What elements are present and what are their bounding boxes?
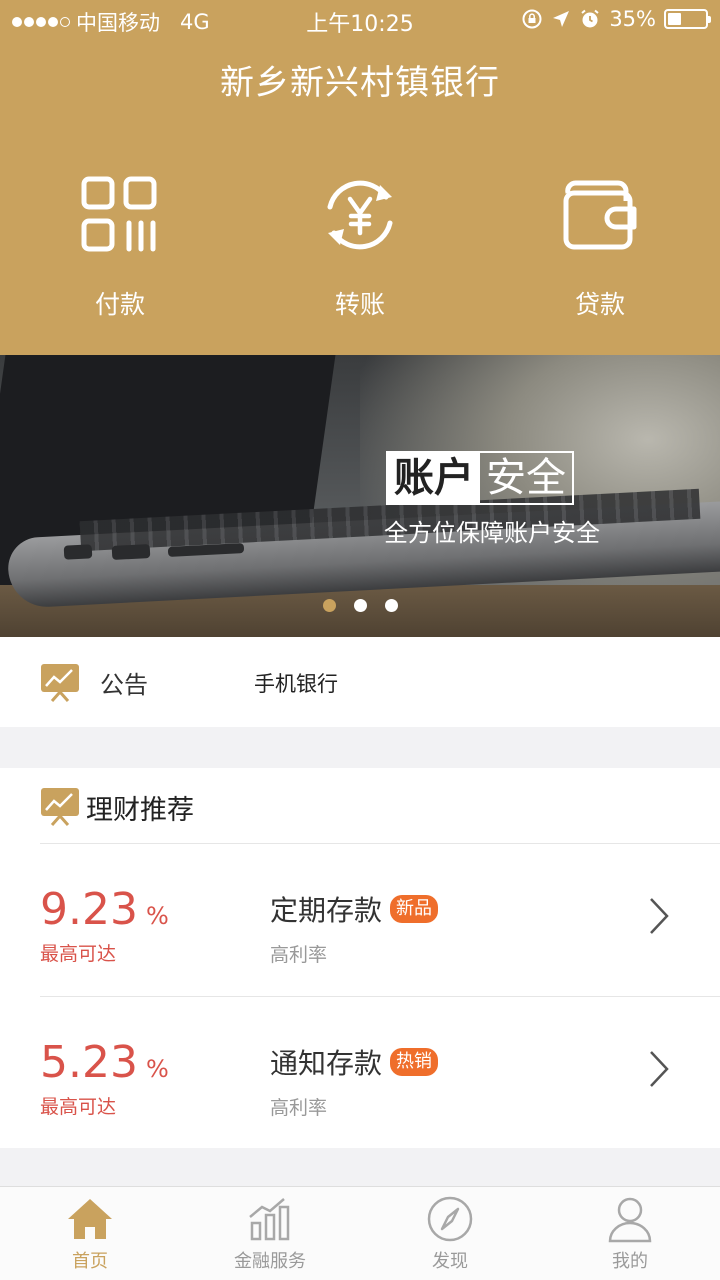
product-subtitle: 高利率 <box>270 1097 328 1119</box>
home-screen: 中国移动 4G 上午10:25 35% 新乡新兴村镇银行 付款 转账 贷款 账户… <box>0 0 720 1280</box>
laptop-port-image <box>111 544 151 560</box>
home-icon <box>68 1199 112 1239</box>
rate-label: 最高可达 <box>40 1096 117 1118</box>
wealth-recommend-section: 理财推荐 9.23% 最高可达 定期存款 新品 高利率 5.23% 最高可达 通… <box>0 768 720 1148</box>
promo-banner[interactable]: 账户 安全 全方位保障账户安全 <box>0 355 720 637</box>
yuan-transfer-icon <box>327 180 393 250</box>
product-name-text: 定期存款 <box>270 894 383 927</box>
user-icon <box>608 1197 652 1243</box>
banner-headline-highlight: 账户 <box>388 453 480 503</box>
pay-label: 付款 <box>94 290 145 319</box>
tab-label: 首页 <box>72 1251 108 1272</box>
loan-button[interactable]: 贷款 <box>520 175 680 325</box>
qr-code-icon <box>81 176 157 252</box>
battery-percent: 35% <box>609 7 656 31</box>
notice-label: 公告 <box>100 671 148 699</box>
notice-text[interactable]: 手机银行 <box>254 668 338 698</box>
wealth-title: 理财推荐 <box>86 795 194 826</box>
new-badge: 新品 <box>390 895 439 923</box>
tab-home[interactable]: 首页 <box>0 1193 180 1280</box>
tab-financial-services[interactable]: 金融服务 <box>180 1193 360 1280</box>
banner-headline: 账户 安全 <box>386 451 574 505</box>
product-rate: 9.23% <box>40 884 169 935</box>
product-row-notice-deposit[interactable]: 5.23% 最高可达 通知存款 热销 高利率 <box>0 997 720 1149</box>
status-right: 35% <box>521 7 711 31</box>
product-rate: 5.23% <box>40 1037 169 1088</box>
tab-label: 发现 <box>432 1251 468 1272</box>
bottom-tab-bar: 首页 金融服务 发现 我的 <box>0 1186 720 1280</box>
laptop-port-image <box>63 544 93 560</box>
wallet-icon <box>563 180 637 250</box>
loan-label: 贷款 <box>574 290 625 319</box>
chart-board-icon <box>41 788 79 826</box>
transfer-label: 转账 <box>334 290 385 319</box>
product-name: 定期存款 新品 <box>270 889 439 929</box>
product-row-fixed-deposit[interactable]: 9.23% 最高可达 定期存款 新品 高利率 <box>0 844 720 996</box>
carousel-dot[interactable] <box>322 599 336 612</box>
product-subtitle: 高利率 <box>270 944 328 966</box>
carousel-dot[interactable] <box>353 599 367 612</box>
banner-headline-rest: 安全 <box>486 455 566 501</box>
hot-badge: 热销 <box>390 1048 439 1076</box>
product-name-text: 通知存款 <box>270 1047 383 1080</box>
product-name: 通知存款 热销 <box>270 1042 439 1082</box>
rate-label: 最高可达 <box>40 943 117 965</box>
chevron-right-icon <box>650 898 669 934</box>
tab-label: 金融服务 <box>234 1251 306 1272</box>
chart-bars-icon <box>249 1198 290 1241</box>
pay-button[interactable]: 付款 <box>40 175 200 325</box>
rate-value: 9.23 <box>40 884 138 935</box>
rate-value: 5.23 <box>40 1037 138 1088</box>
rate-unit: % <box>145 1055 169 1083</box>
bank-title: 新乡新兴村镇银行 <box>220 63 500 103</box>
transfer-button[interactable]: 转账 <box>280 175 440 325</box>
rate-unit: % <box>145 902 169 930</box>
quick-actions: 付款 转账 贷款 <box>0 175 720 325</box>
status-bar: 中国移动 4G 上午10:25 35% <box>0 0 720 40</box>
banner-subline: 全方位保障账户安全 <box>384 519 600 547</box>
tab-discover[interactable]: 发现 <box>360 1193 540 1280</box>
carousel-dot[interactable] <box>384 599 398 612</box>
chevron-right-icon <box>650 1051 669 1087</box>
rotation-lock-icon <box>522 9 542 29</box>
compass-icon <box>427 1196 473 1242</box>
announcement-board-icon <box>41 664 79 702</box>
battery-icon <box>664 9 711 29</box>
tab-mine[interactable]: 我的 <box>540 1193 720 1280</box>
header: 中国移动 4G 上午10:25 35% 新乡新兴村镇银行 付款 转账 贷款 <box>0 0 720 355</box>
carousel-indicator <box>0 599 720 612</box>
wealth-header: 理财推荐 <box>0 768 720 844</box>
tab-label: 我的 <box>612 1251 648 1272</box>
alarm-icon <box>581 9 599 28</box>
notice-bar[interactable]: 公告 手机银行 <box>0 637 720 727</box>
location-arrow-icon <box>553 11 570 27</box>
